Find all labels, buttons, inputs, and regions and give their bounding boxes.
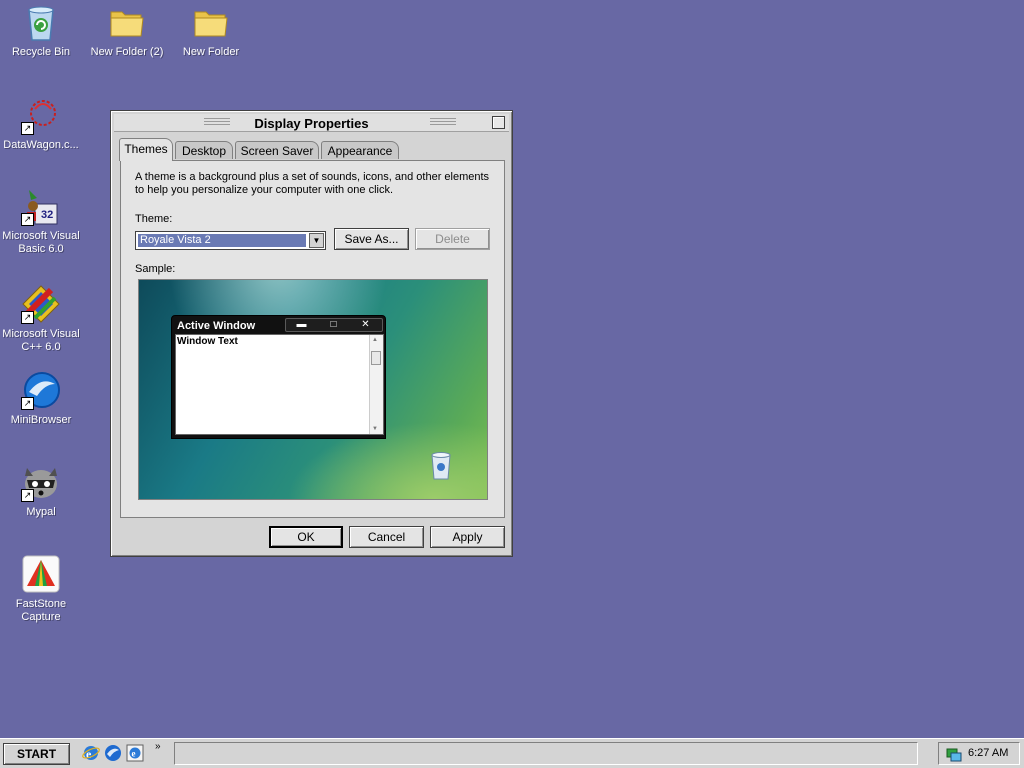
folder-icon (191, 2, 231, 42)
desktop-icon-label: Recycle Bin (11, 46, 71, 58)
mypal-icon: ↗ (21, 462, 61, 502)
desktop-icon-recycle-bin[interactable]: Recycle Bin (0, 2, 84, 59)
faststone-capture-icon (21, 554, 61, 594)
desktop-icon-new-folder[interactable]: New Folder (168, 2, 254, 59)
taskbar-window-list[interactable] (174, 742, 918, 765)
tab-themes[interactable]: Themes (119, 138, 173, 161)
shortcut-arrow-icon: ↗ (21, 213, 34, 226)
desktop-icon-label: Microsoft Visual C++ 6.0 (2, 328, 80, 353)
shortcut-arrow-icon: ↗ (21, 489, 34, 502)
sample-window-text: Window Text (177, 336, 238, 347)
desktop-icon-minibrowser[interactable]: ↗ MiniBrowser (0, 370, 84, 427)
desktop-icon-label: MiniBrowser (10, 414, 72, 426)
desktop-icon-visual-cpp[interactable]: ↗ Microsoft Visual C++ 6.0 (0, 284, 84, 354)
desktop-icon-label: Microsoft Visual Basic 6.0 (2, 230, 80, 255)
minibrowser-icon: ↗ (21, 370, 61, 410)
tray-network-icon[interactable] (945, 745, 963, 763)
desktop-icon-datawagon[interactable]: ↗ DataWagon.c... (0, 95, 84, 152)
browser-globe-icon[interactable] (104, 744, 122, 762)
desktop-icon-label: Mypal (26, 506, 56, 518)
tab-screen-saver[interactable]: Screen Saver (235, 141, 319, 159)
folder-icon (107, 2, 147, 42)
taskbar: START e e » 6:27 AM (0, 738, 1024, 768)
delete-button[interactable]: Delete (415, 228, 490, 250)
sample-window-title: Active Window (177, 320, 256, 332)
sample-label: Sample: (135, 263, 176, 275)
sample-caption-buttons: ▬ □ ✕ (285, 318, 383, 332)
svg-text:e: e (132, 749, 136, 759)
system-tray: 6:27 AM (938, 742, 1020, 765)
desktop-icon-label: DataWagon.c... (3, 139, 79, 151)
maximize-button[interactable] (492, 116, 505, 129)
datawagon-icon: ↗ (21, 95, 61, 135)
desktop-icon-new-folder-2[interactable]: New Folder (2) (84, 2, 170, 59)
save-as-button[interactable]: Save As... (334, 228, 409, 250)
close-icon: ✕ (361, 319, 370, 330)
start-button[interactable]: START (3, 743, 70, 765)
theme-select[interactable]: Royale Vista 2 ▼ (135, 231, 326, 250)
title-grip-right (430, 118, 456, 127)
scroll-up-icon: ▲ (372, 337, 378, 343)
desktop-icon-faststone-capture[interactable]: FastStone Capture (0, 554, 84, 624)
ok-button[interactable]: OK (269, 526, 343, 548)
visual-cpp-icon: ↗ (21, 284, 61, 324)
recycle-bin-icon (21, 2, 61, 42)
dropdown-arrow-icon[interactable]: ▼ (309, 233, 324, 248)
sample-window-client: Window Text ▲ ▼ (175, 334, 384, 435)
desktop-icon-label: New Folder (182, 46, 240, 58)
cancel-button[interactable]: Cancel (349, 526, 424, 548)
tab-appearance[interactable]: Appearance (321, 141, 399, 159)
clock[interactable]: 6:27 AM (968, 747, 1008, 759)
tab-desktop[interactable]: Desktop (175, 141, 233, 159)
sample-active-window: Active Window ▬ □ ✕ Window Text ▲ ▼ (171, 315, 386, 439)
desktop-icon-visual-basic[interactable]: 32 ↗ Microsoft Visual Basic 6.0 (0, 186, 84, 256)
theme-label: Theme: (135, 213, 173, 225)
shortcut-arrow-icon: ↗ (21, 122, 34, 135)
sample-recycle-bin-icon (430, 450, 452, 480)
internet-explorer-icon[interactable]: e (82, 744, 100, 762)
minimize-icon: ▬ (296, 319, 307, 330)
apply-button[interactable]: Apply (430, 526, 505, 548)
ie-shortcut-icon[interactable]: e (126, 744, 144, 762)
quick-launch-chevron-icon[interactable]: » (155, 741, 161, 752)
theme-sample-preview: Active Window ▬ □ ✕ Window Text ▲ ▼ (138, 279, 488, 500)
display-properties-window: Display Properties Themes Desktop Screen… (110, 110, 513, 557)
visual-basic-icon: 32 ↗ (21, 186, 61, 226)
desktop-icon-label: New Folder (2) (90, 46, 164, 58)
desktop-icon-mypal[interactable]: ↗ Mypal (0, 462, 84, 519)
sample-scrollbar: ▲ ▼ (369, 335, 383, 434)
svg-text:32: 32 (41, 209, 53, 221)
title-bar[interactable]: Display Properties (114, 114, 509, 132)
desktop-icon-label: FastStone Capture (15, 598, 67, 623)
shortcut-arrow-icon: ↗ (21, 311, 34, 324)
scroll-thumb (371, 351, 381, 365)
theme-description: A theme is a background plus a set of so… (135, 171, 490, 196)
shortcut-arrow-icon: ↗ (21, 397, 34, 410)
maximize-icon: □ (330, 319, 337, 330)
themes-panel: A theme is a background plus a set of so… (120, 160, 505, 518)
scroll-down-icon: ▼ (372, 426, 378, 432)
theme-select-value: Royale Vista 2 (138, 234, 306, 247)
